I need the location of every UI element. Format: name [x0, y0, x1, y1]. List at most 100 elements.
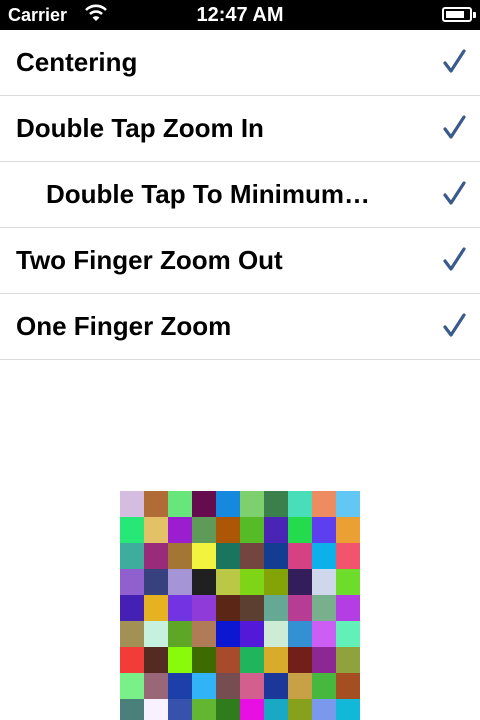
color-tile — [336, 673, 360, 699]
list-item[interactable]: Double Tap Zoom In — [0, 96, 480, 162]
color-tile — [240, 673, 264, 699]
list-item-label: Centering — [16, 47, 138, 77]
color-tile — [312, 491, 336, 517]
color-tile — [120, 621, 144, 647]
color-tile — [144, 569, 168, 595]
color-tile — [168, 595, 192, 621]
color-tile — [264, 517, 288, 543]
color-tile — [192, 699, 216, 720]
color-tile — [144, 673, 168, 699]
color-tile — [312, 569, 336, 595]
color-tile — [168, 621, 192, 647]
color-tile — [144, 491, 168, 517]
color-tile — [192, 647, 216, 673]
color-tile — [120, 491, 144, 517]
color-tile — [264, 673, 288, 699]
clock: 12:47 AM — [196, 4, 284, 26]
color-tile — [312, 595, 336, 621]
checkmark-icon — [443, 247, 466, 271]
color-tile — [168, 543, 192, 569]
list-item-label: Double Tap Zoom In — [16, 113, 264, 143]
list-item-label: Two Finger Zoom Out — [16, 245, 283, 275]
color-tile — [336, 569, 360, 595]
color-tile — [288, 543, 312, 569]
color-tile — [312, 647, 336, 673]
list-item[interactable]: One Finger Zoom — [0, 294, 480, 360]
color-tile — [192, 543, 216, 569]
color-tile — [312, 621, 336, 647]
checkmark-icon — [443, 49, 466, 73]
color-tile — [216, 699, 240, 720]
color-tile — [288, 699, 312, 720]
color-tile — [312, 673, 336, 699]
color-tile — [216, 491, 240, 517]
color-tile-grid — [120, 491, 360, 720]
list-item[interactable]: Double Tap To Minimum… — [0, 162, 480, 228]
color-tile — [264, 647, 288, 673]
color-tile — [336, 621, 360, 647]
color-tile — [336, 543, 360, 569]
color-tile — [288, 595, 312, 621]
color-tile — [240, 595, 264, 621]
battery-level — [446, 11, 464, 18]
list-item[interactable]: Centering — [0, 30, 480, 96]
color-tile — [144, 621, 168, 647]
color-tile — [264, 699, 288, 720]
color-tile — [168, 517, 192, 543]
color-tile — [168, 673, 192, 699]
list-item[interactable]: Two Finger Zoom Out — [0, 228, 480, 294]
color-tile — [240, 647, 264, 673]
color-tile — [168, 491, 192, 517]
color-tile — [168, 647, 192, 673]
color-tile — [216, 569, 240, 595]
color-tile — [264, 569, 288, 595]
color-tile — [240, 543, 264, 569]
color-tile — [144, 647, 168, 673]
color-tile — [336, 699, 360, 720]
color-tile — [240, 699, 264, 720]
checkmark-icon — [443, 313, 466, 337]
color-tile — [216, 517, 240, 543]
color-tile — [264, 491, 288, 517]
color-tile — [312, 543, 336, 569]
color-tile — [240, 491, 264, 517]
color-tile — [120, 595, 144, 621]
color-tile — [288, 647, 312, 673]
color-tile — [216, 543, 240, 569]
color-tile — [192, 517, 216, 543]
color-tile — [336, 647, 360, 673]
color-tile — [192, 673, 216, 699]
color-tile — [336, 595, 360, 621]
color-tile — [192, 491, 216, 517]
checkmark-icon — [443, 115, 466, 139]
color-tile — [264, 595, 288, 621]
color-tile — [168, 699, 192, 720]
color-tile — [240, 621, 264, 647]
color-tile — [216, 621, 240, 647]
color-tile — [240, 569, 264, 595]
color-tile — [144, 595, 168, 621]
color-tile — [192, 621, 216, 647]
option-list: Centering Double Tap Zoom In Double Tap To… — [0, 30, 480, 360]
color-tile — [216, 595, 240, 621]
color-tile — [240, 517, 264, 543]
color-tile — [144, 517, 168, 543]
color-tile — [288, 673, 312, 699]
color-tile — [120, 517, 144, 543]
color-tile — [144, 699, 168, 720]
color-tile — [312, 699, 336, 720]
list-item-label: One Finger Zoom — [16, 311, 232, 341]
list-item-label: Double Tap To Minimum… — [46, 179, 371, 209]
color-tile — [120, 673, 144, 699]
color-tile — [288, 517, 312, 543]
color-tile — [144, 543, 168, 569]
status-bar: Carrier 12:47 AM — [0, 0, 480, 30]
color-tile — [192, 595, 216, 621]
color-tile — [120, 647, 144, 673]
color-tile — [216, 647, 240, 673]
color-tile — [312, 517, 336, 543]
color-tile — [216, 673, 240, 699]
color-tile — [120, 543, 144, 569]
color-tile — [288, 569, 312, 595]
color-tile — [168, 569, 192, 595]
